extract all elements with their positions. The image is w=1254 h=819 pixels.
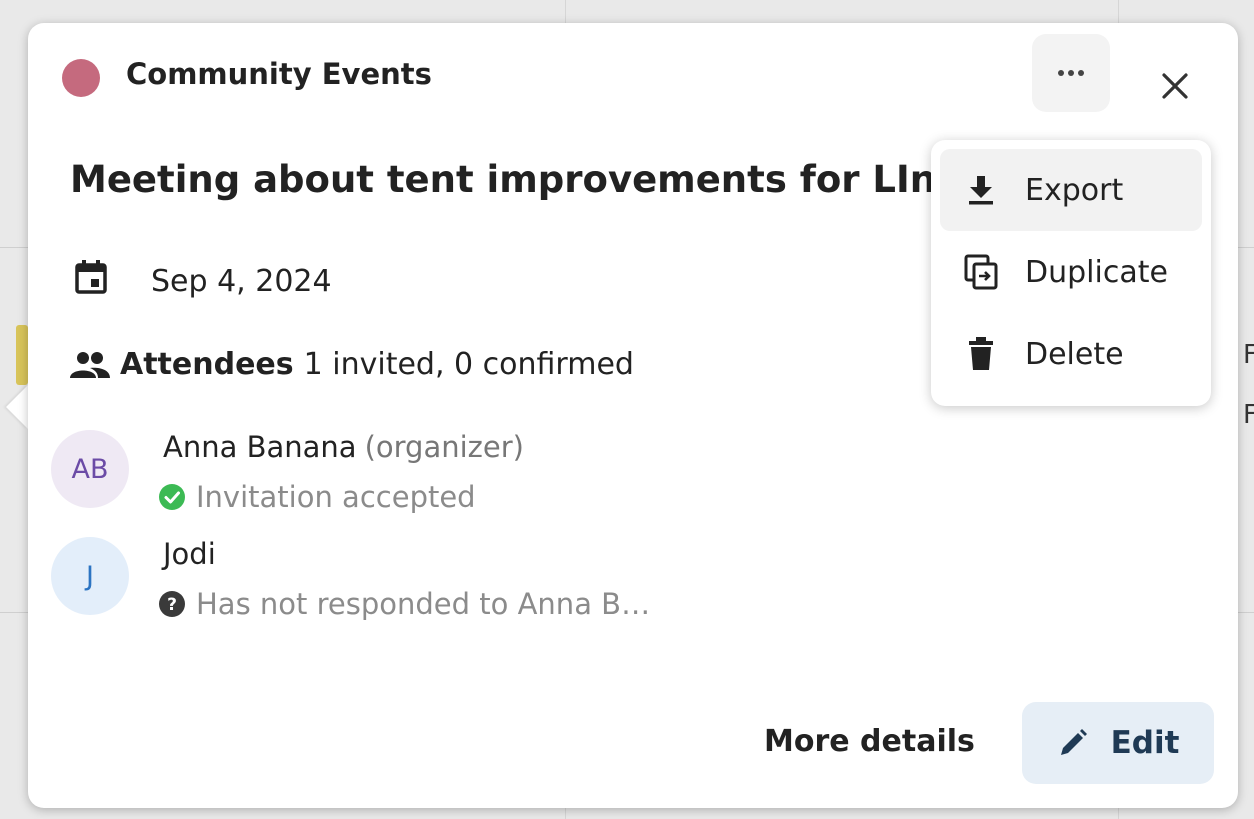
- calendar-name: Community Events: [126, 57, 432, 91]
- event-date: Sep 4, 2024: [151, 264, 332, 299]
- pencil-icon: [1057, 727, 1089, 759]
- attendee-name: Anna Banana (organizer): [163, 430, 524, 464]
- attendee-item: J Jodi ? Has not responded to Anna B…: [51, 537, 851, 627]
- menu-item-label: Duplicate: [1025, 254, 1168, 290]
- attendee-item: AB Anna Banana (organizer) Invitation acc…: [51, 430, 851, 520]
- background-event-text: F: [1243, 400, 1254, 430]
- dot: [1058, 70, 1064, 76]
- more-details-button[interactable]: More details: [764, 724, 975, 759]
- attendee-role: (organizer): [364, 430, 524, 464]
- menu-item-label: Export: [1025, 172, 1124, 208]
- background-event-text: F: [1243, 340, 1254, 370]
- attendees-label: Attendees: [120, 347, 294, 382]
- menu-item-duplicate[interactable]: Duplicate: [940, 231, 1202, 313]
- attendee-status: Invitation accepted: [158, 480, 476, 514]
- attendee-status: ? Has not responded to Anna B…: [158, 587, 650, 621]
- attendee-name-text: Anna Banana: [163, 430, 357, 464]
- attendee-status-text: Invitation accepted: [196, 480, 476, 514]
- calendar-color-dot: [62, 59, 100, 97]
- dot: [1068, 70, 1074, 76]
- menu-item-delete[interactable]: Delete: [940, 313, 1202, 395]
- attendees-summary: 1 invited, 0 confirmed: [303, 347, 634, 382]
- close-icon: [1162, 73, 1188, 99]
- edit-label: Edit: [1110, 725, 1180, 761]
- dot: [1078, 70, 1084, 76]
- attendee-name: Jodi: [163, 537, 216, 571]
- avatar: AB: [51, 430, 129, 508]
- popover-arrow: [6, 385, 28, 429]
- close-button[interactable]: [1152, 63, 1198, 109]
- duplicate-icon: [955, 254, 1007, 290]
- svg-text:?: ?: [167, 595, 177, 615]
- more-actions-button[interactable]: [1032, 34, 1110, 112]
- question-circle-icon: ?: [158, 590, 186, 618]
- attendee-status-text: Has not responded to Anna B…: [196, 587, 651, 621]
- event-title: Meeting about tent improvements for LIn: [70, 158, 937, 201]
- menu-arrow: [1052, 118, 1088, 138]
- download-icon: [955, 174, 1007, 206]
- avatar: J: [51, 537, 129, 615]
- menu-item-label: Delete: [1025, 336, 1124, 372]
- trash-icon: [955, 337, 1007, 371]
- attendees-header: Attendees 1 invited, 0 confirmed: [68, 347, 634, 382]
- people-icon: [68, 350, 112, 380]
- menu-item-export[interactable]: Export: [940, 149, 1202, 231]
- attendee-name-text: Jodi: [163, 537, 216, 571]
- check-circle-icon: [158, 483, 186, 511]
- edit-button[interactable]: Edit: [1022, 702, 1214, 784]
- actions-menu: Export Duplicate Delete: [931, 140, 1211, 406]
- background-event-chip[interactable]: [16, 325, 28, 385]
- calendar-icon: [74, 259, 108, 299]
